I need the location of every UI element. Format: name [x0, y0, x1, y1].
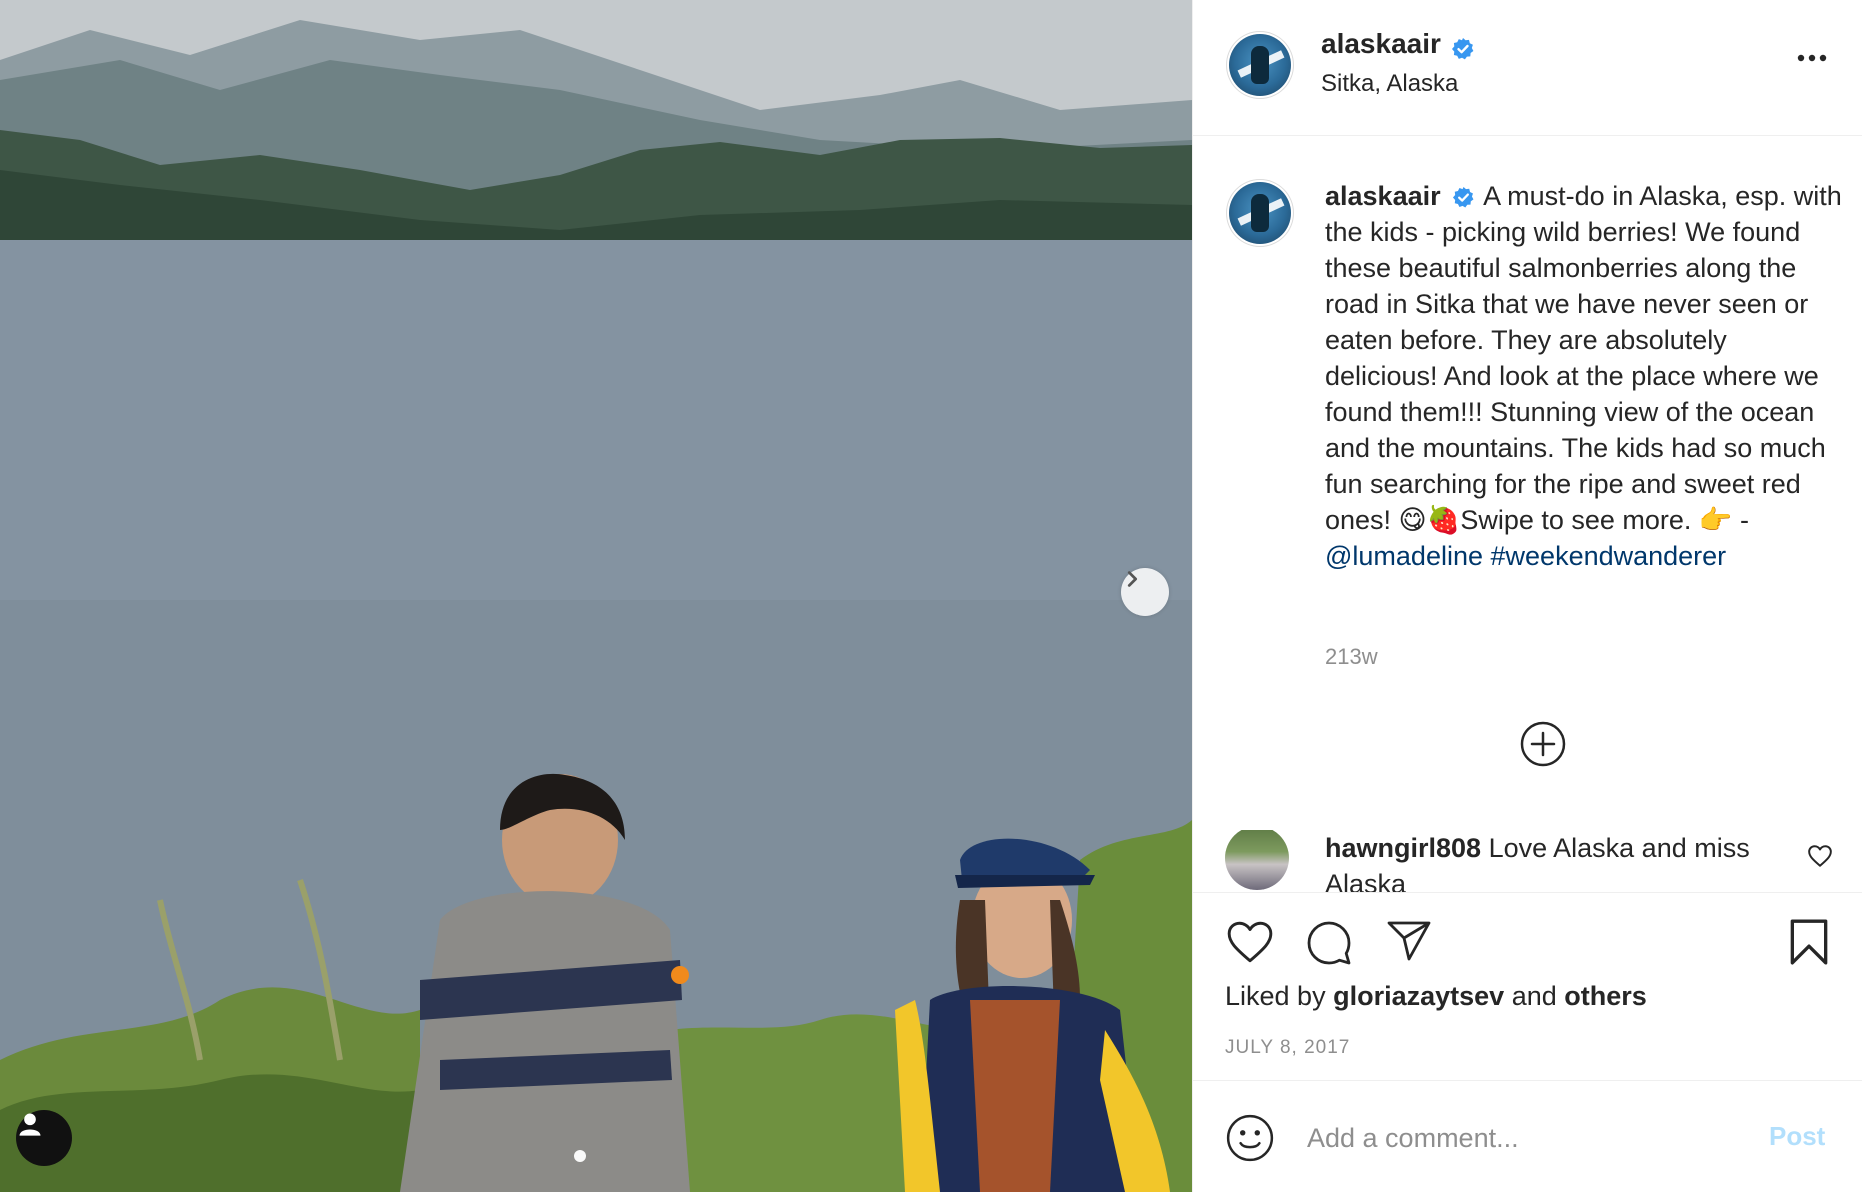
next-image-button[interactable] [1121, 568, 1169, 616]
post-photo[interactable] [0, 0, 1192, 1192]
caption-avatar[interactable] [1229, 182, 1291, 244]
caption-hashtag-link[interactable]: #weekendwanderer [1491, 541, 1727, 571]
liked-by-conjunction: and [1511, 981, 1557, 1011]
liked-by-user-link[interactable]: gloriazaytsev [1333, 981, 1504, 1011]
verified-badge-icon [1453, 187, 1474, 208]
carousel-indicator [574, 1150, 586, 1162]
caption-timestamp[interactable]: 213w [1325, 644, 1378, 670]
like-button[interactable] [1225, 919, 1275, 970]
post-photo-scene [0, 0, 1192, 1192]
bookmark-icon [1790, 919, 1828, 965]
comment-bubble-icon [1307, 921, 1351, 965]
smiley-icon [1226, 1114, 1274, 1162]
heart-icon [1808, 845, 1832, 867]
share-button[interactable] [1385, 919, 1433, 970]
post-actions: Liked by gloriazaytsev and others JULY 8… [1193, 892, 1862, 1080]
emoji-button[interactable] [1225, 1113, 1275, 1168]
post-date[interactable]: JULY 8, 2017 [1225, 1037, 1350, 1059]
add-comment-bar: Post [1193, 1080, 1862, 1192]
chevron-right-icon [1127, 571, 1138, 587]
post-side-panel: alaskaair Sitka, Alaska alaskaair A must… [1192, 0, 1862, 1192]
paper-plane-icon [1387, 921, 1431, 961]
user-tag-icon [19, 1113, 41, 1136]
more-options-icon [1797, 54, 1827, 62]
caption-text: A must-do in Alaska, esp. with the kids … [1325, 181, 1842, 535]
comment-like-button[interactable] [1807, 844, 1833, 873]
caption-username[interactable]: alaskaair [1325, 181, 1441, 211]
caption-mention-link[interactable]: @lumadeline [1325, 541, 1483, 571]
comment-item: hawngirl808 Love Alaska and miss Alaska [1193, 830, 1862, 892]
comments-list[interactable]: alaskaair A must-do in Alaska, esp. with… [1193, 136, 1862, 892]
save-button[interactable] [1787, 917, 1831, 972]
carousel-dot-active [574, 1150, 586, 1162]
comment-button[interactable] [1305, 919, 1353, 972]
more-options-button[interactable] [1797, 50, 1827, 68]
comment-username[interactable]: hawngirl808 [1325, 833, 1481, 863]
header-avatar[interactable] [1229, 34, 1291, 96]
comment-body: hawngirl808 Love Alaska and miss Alaska [1325, 830, 1785, 892]
commenter-avatar[interactable] [1225, 830, 1289, 890]
load-more-comments-button[interactable] [1519, 720, 1567, 773]
tagged-users-button[interactable] [16, 1110, 72, 1166]
post-header: alaskaair Sitka, Alaska [1193, 0, 1862, 136]
post-comment-button[interactable]: Post [1769, 1121, 1825, 1152]
header-location[interactable]: Sitka, Alaska [1321, 70, 1458, 98]
header-user: alaskaair [1321, 28, 1475, 61]
caption: alaskaair A must-do in Alaska, esp. with… [1325, 178, 1845, 574]
verified-badge-icon [1452, 37, 1474, 60]
liked-by-prefix: Liked by [1225, 981, 1326, 1011]
heart-icon [1227, 921, 1273, 963]
liked-by-others-link[interactable]: others [1564, 981, 1647, 1011]
header-username[interactable]: alaskaair [1321, 28, 1441, 59]
comment-input[interactable] [1305, 1109, 1749, 1167]
liked-by-text: Liked by gloriazaytsev and others [1225, 981, 1647, 1012]
plus-circle-icon [1520, 721, 1566, 767]
